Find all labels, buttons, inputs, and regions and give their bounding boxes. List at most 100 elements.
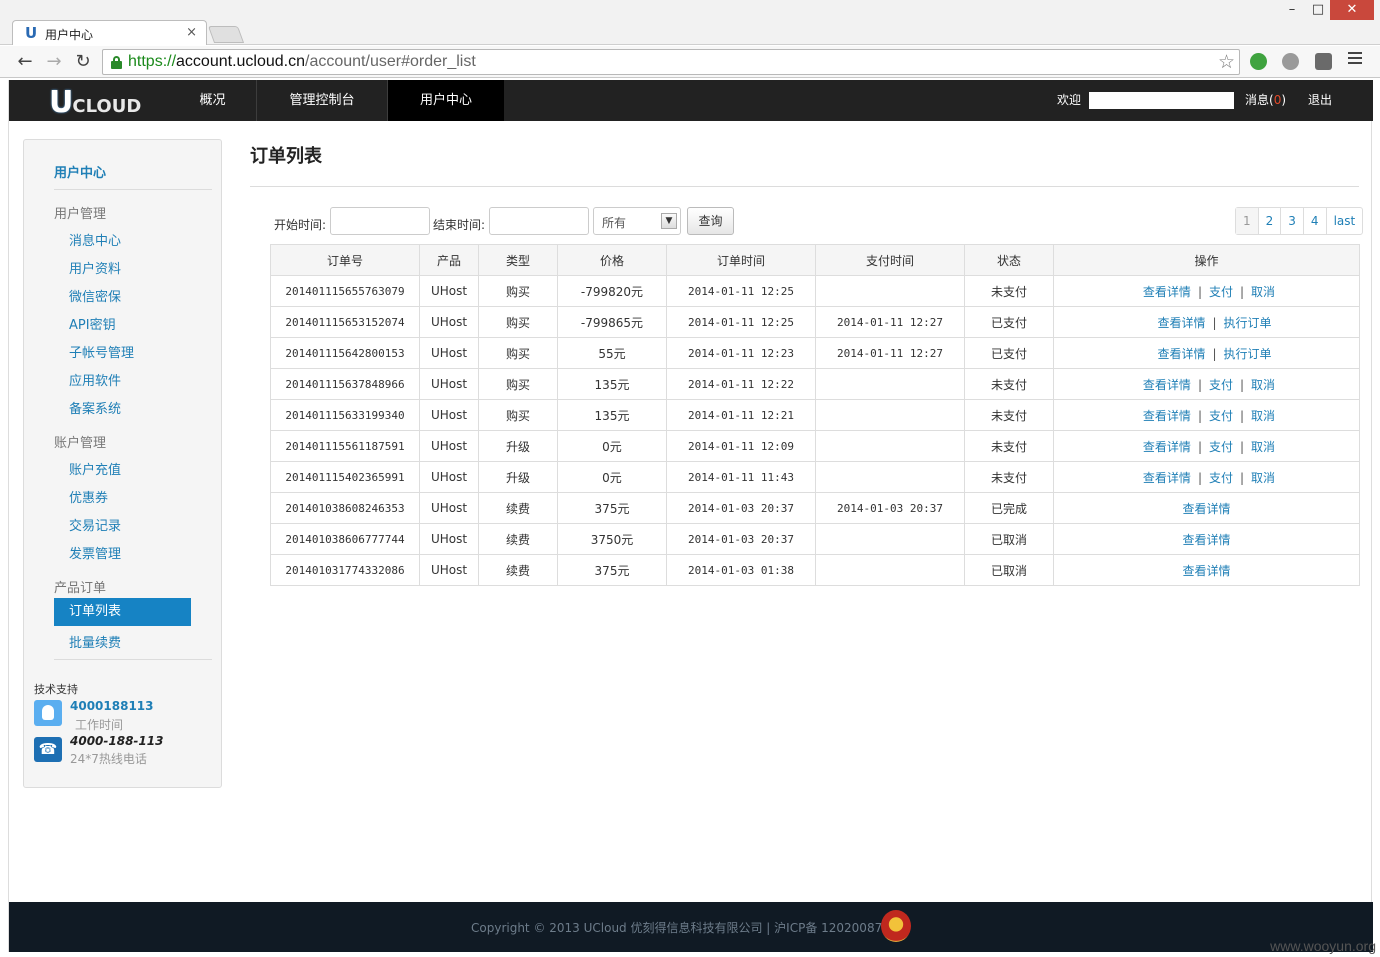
order-time-cell: 2014-01-11 12:25	[666, 306, 816, 338]
view-details-link[interactable]: 查看详情	[1143, 409, 1191, 423]
status-select[interactable]: 所有 ▼	[593, 207, 681, 235]
sidebar-item-batch-renew[interactable]: 批量续费	[69, 632, 121, 651]
browser-toolbar: ← → ↻ https://account.ucloud.cn/account/…	[0, 46, 1380, 78]
action-separator: |	[1197, 284, 1202, 299]
status-cell: 未支付	[964, 368, 1054, 400]
col-actions: 操作	[1053, 244, 1360, 276]
logout-link[interactable]: 退出	[1308, 80, 1332, 121]
address-bar[interactable]: https://account.ucloud.cn/account/user#o…	[102, 49, 1240, 75]
query-button[interactable]: 查询	[687, 207, 734, 235]
extension-quote-icon[interactable]	[1250, 53, 1267, 70]
sidebar-item-api-key[interactable]: API密钥	[69, 314, 116, 333]
sidebar-item-recharge[interactable]: 账户充值	[69, 459, 121, 478]
window-maximize-icon[interactable]: □	[1306, 0, 1330, 20]
view-details-link[interactable]: 查看详情	[1182, 533, 1230, 547]
view-details-link[interactable]: 查看详情	[1143, 471, 1191, 485]
table-row: 201401115653152074 UHost 购买 -799865元 2014-01…	[270, 306, 1360, 338]
window-minimize-icon[interactable]: –	[1280, 0, 1304, 20]
product-cell: UHost	[419, 399, 479, 431]
page-1[interactable]: 1	[1236, 208, 1258, 234]
forward-arrow-icon[interactable]: →	[43, 51, 65, 73]
action-separator: |	[1212, 346, 1217, 361]
cancel-link[interactable]: 取消	[1251, 409, 1275, 423]
pay-time-cell	[815, 554, 965, 586]
sidebar-item-wechat-security[interactable]: 微信密保	[69, 286, 121, 305]
sidebar-item-coupons[interactable]: 优惠券	[69, 487, 108, 506]
nav-user-center[interactable]: 用户中心	[388, 80, 504, 121]
sidebar-title[interactable]: 用户中心	[54, 162, 106, 181]
browser-tab[interactable]: U 用户中心 ×	[12, 20, 207, 45]
cancel-link[interactable]: 取消	[1251, 440, 1275, 454]
type-cell: 升级	[478, 461, 558, 493]
sidebar-item-message-center[interactable]: 消息中心	[69, 230, 121, 249]
nav-overview[interactable]: 概况	[169, 80, 257, 121]
view-details-link[interactable]: 查看详情	[1182, 502, 1230, 516]
cancel-link[interactable]: 取消	[1251, 471, 1275, 485]
status-select-value: 所有	[602, 216, 627, 230]
messages-link[interactable]: 消息(0)	[1245, 80, 1286, 121]
pay-link[interactable]: 支付	[1209, 440, 1233, 454]
nav-console[interactable]: 管理控制台	[257, 80, 388, 121]
price-cell: 0元	[557, 461, 667, 493]
browser-menu-icon[interactable]	[1348, 52, 1362, 66]
order-time-cell: 2014-01-11 12:21	[666, 399, 816, 431]
hotline-number: 4000-188-113	[70, 734, 164, 748]
bookmark-star-icon[interactable]: ☆	[1218, 51, 1235, 73]
reload-icon[interactable]: ↻	[72, 51, 94, 73]
table-row: 201401038606777744 UHost 续费 3750元 2014-01-03…	[270, 523, 1360, 555]
product-cell: UHost	[419, 461, 479, 493]
sidebar-item-profile[interactable]: 用户资料	[69, 258, 121, 277]
new-tab-button[interactable]	[207, 26, 245, 43]
view-details-link[interactable]: 查看详情	[1143, 285, 1191, 299]
sidebar-item-order-list[interactable]: 订单列表	[54, 598, 191, 626]
sidebar-item-subaccounts[interactable]: 子帐号管理	[69, 342, 134, 361]
sidebar-item-apps[interactable]: 应用软件	[69, 370, 121, 389]
extension-box-icon[interactable]	[1315, 53, 1332, 70]
pay-link[interactable]: 支付	[1209, 471, 1233, 485]
execute-order-link[interactable]: 执行订单	[1224, 316, 1272, 330]
pay-link[interactable]: 支付	[1209, 378, 1233, 392]
sidebar-group-orders: 产品订单	[54, 581, 107, 596]
cancel-link[interactable]: 取消	[1251, 285, 1275, 299]
page-2[interactable]: 2	[1257, 208, 1281, 234]
type-cell: 购买	[478, 275, 558, 307]
execute-order-link[interactable]: 执行订单	[1224, 347, 1272, 361]
welcome-label: 欢迎	[1057, 93, 1082, 107]
view-details-link[interactable]: 查看详情	[1157, 347, 1205, 361]
username-box[interactable]	[1089, 92, 1234, 109]
action-separator: |	[1197, 408, 1202, 423]
sidebar-item-invoices[interactable]: 发票管理	[69, 543, 121, 562]
type-cell: 续费	[478, 523, 558, 555]
status-cell: 未支付	[964, 399, 1054, 431]
url-text[interactable]: https://account.ucloud.cn/account/user#o…	[128, 53, 476, 71]
page-3[interactable]: 3	[1280, 208, 1303, 234]
sidebar-item-transactions[interactable]: 交易记录	[69, 515, 121, 534]
price-cell: 135元	[557, 368, 667, 400]
qq-number[interactable]: 4000188113	[70, 699, 154, 713]
cancel-link[interactable]: 取消	[1251, 378, 1275, 392]
start-time-input[interactable]	[330, 207, 430, 235]
sidebar-item-icp[interactable]: 备案系统	[69, 398, 121, 417]
tab-close-icon[interactable]: ×	[186, 25, 197, 40]
back-arrow-icon[interactable]: ←	[14, 51, 36, 73]
pay-link[interactable]: 支付	[1209, 409, 1233, 423]
view-details-link[interactable]: 查看详情	[1143, 378, 1191, 392]
action-separator: |	[1197, 439, 1202, 454]
page-4[interactable]: 4	[1302, 208, 1326, 234]
pay-time-cell	[815, 523, 965, 555]
end-time-input[interactable]	[489, 207, 589, 235]
view-details-link[interactable]: 查看详情	[1157, 316, 1205, 330]
col-order-id: 订单号	[270, 244, 420, 276]
order-id-cell: 201401115633199340	[270, 399, 420, 431]
view-details-link[interactable]: 查看详情	[1143, 440, 1191, 454]
qq-hours: 工作时间	[75, 718, 124, 732]
ucloud-logo[interactable]: UCLOUD	[49, 85, 141, 120]
type-cell: 购买	[478, 399, 558, 431]
sidebar-divider	[54, 189, 212, 190]
extension-globe-icon[interactable]	[1282, 53, 1299, 70]
page-last[interactable]: last	[1325, 208, 1363, 234]
status-cell: 未支付	[964, 461, 1054, 493]
pay-link[interactable]: 支付	[1209, 285, 1233, 299]
view-details-link[interactable]: 查看详情	[1182, 564, 1230, 578]
window-close-icon[interactable]: ✕	[1330, 0, 1374, 20]
